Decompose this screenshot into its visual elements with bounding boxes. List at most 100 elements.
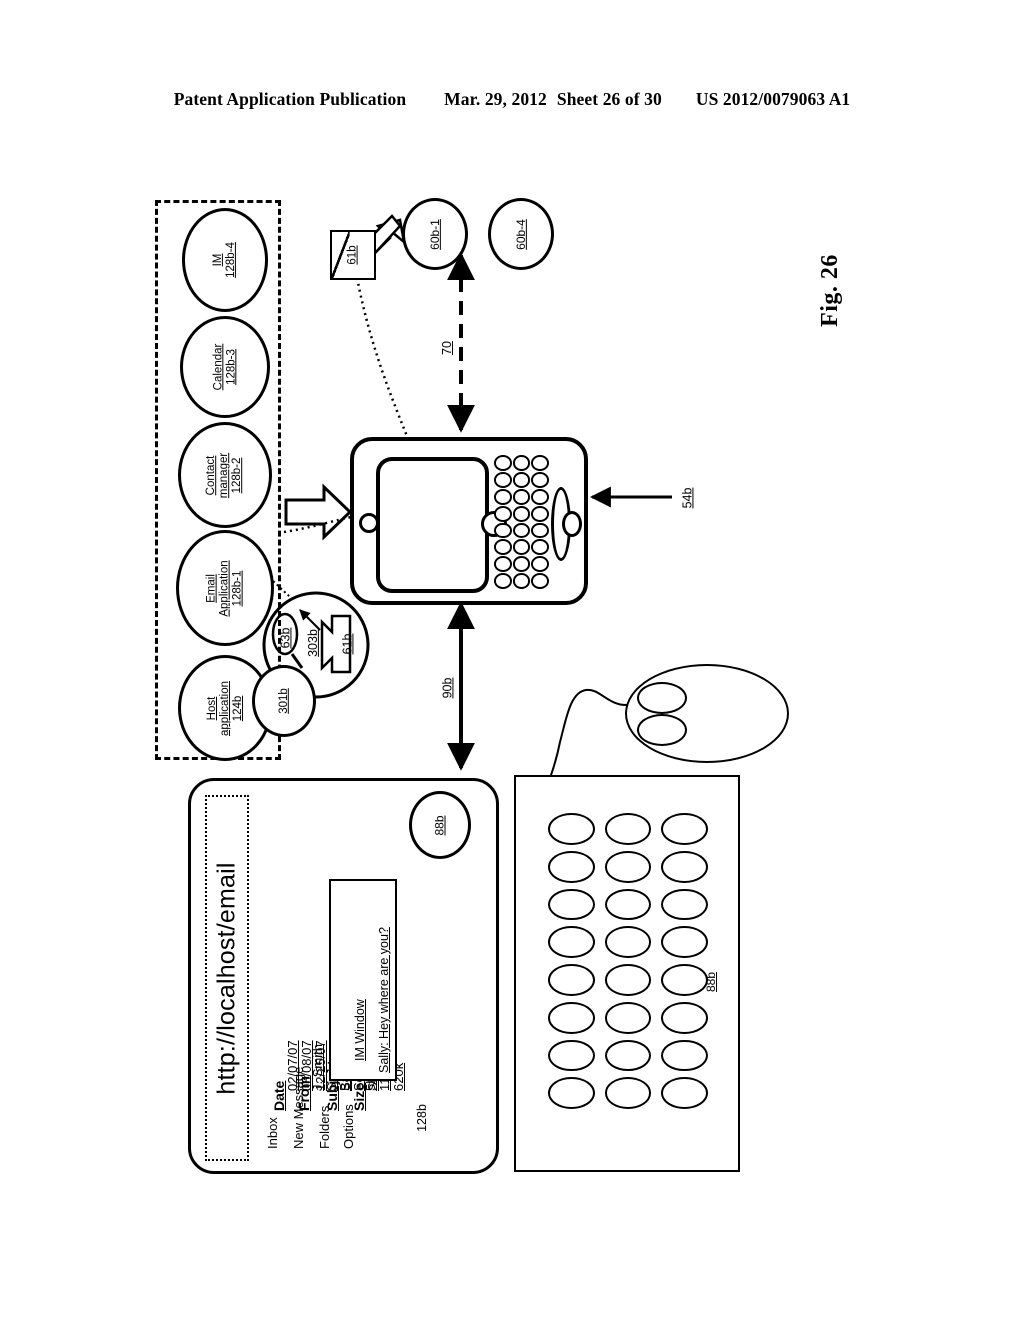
- app-label-line: Calendar: [211, 343, 224, 391]
- keypad-key[interactable]: [604, 813, 652, 845]
- ref-label-70: 70: [440, 341, 454, 355]
- device-key[interactable]: [494, 488, 512, 505]
- im-window-title: IM Window: [353, 999, 367, 1061]
- keypad-key[interactable]: [548, 1001, 595, 1034]
- row-date[interactable]: 02/07/07: [285, 1040, 300, 1091]
- keypad-key[interactable]: [604, 926, 652, 958]
- device-key[interactable]: [494, 455, 512, 471]
- app-circle-im[interactable]: IM 128b-4: [182, 208, 268, 312]
- node-301b-label: 301b: [278, 688, 290, 714]
- device-key[interactable]: [494, 471, 512, 488]
- im-window[interactable]: IM Window Sally: Hey where are you?: [329, 879, 397, 1081]
- diagram-connectors: [262, 214, 672, 1134]
- device-key[interactable]: [512, 573, 531, 589]
- url-text: http://localhost/email: [212, 861, 241, 1095]
- keypad-key[interactable]: [661, 926, 708, 958]
- device-key[interactable]: [531, 539, 549, 556]
- device-key[interactable]: [512, 539, 531, 556]
- device-key[interactable]: [531, 573, 549, 589]
- ref-label-90b: 90b: [439, 677, 454, 699]
- app-circle-email-application[interactable]: Email Application 128b-1: [176, 530, 274, 646]
- figure-label: Fig. 26: [760, 230, 900, 350]
- row-date[interactable]: 12/25/07: [313, 1040, 328, 1091]
- detail-label-61b: 61b: [339, 633, 354, 655]
- mouse-device[interactable]: [625, 664, 789, 763]
- keypad-key[interactable]: [661, 813, 708, 845]
- device-key[interactable]: [531, 556, 549, 573]
- device-screen: [376, 457, 489, 593]
- device-key[interactable]: [494, 505, 512, 522]
- app-circle-calendar[interactable]: Calendar 128b-3: [180, 316, 270, 418]
- keypad-key[interactable]: [604, 888, 652, 921]
- keypad-key[interactable]: [661, 888, 708, 921]
- device-key[interactable]: [494, 556, 512, 573]
- keypad-key[interactable]: [661, 1001, 708, 1034]
- device-key[interactable]: [531, 471, 549, 488]
- device-key[interactable]: [494, 522, 512, 539]
- device-key[interactable]: [512, 556, 531, 573]
- keypad-device-88b[interactable]: 88b: [514, 775, 740, 1172]
- ref-circle-88b-email: 88b: [409, 791, 471, 859]
- device-key[interactable]: [512, 522, 531, 539]
- menu-item-folders[interactable]: Folders: [317, 1106, 332, 1149]
- keypad-key[interactable]: [604, 1001, 652, 1034]
- device-port-icon: [359, 513, 379, 533]
- app-label-line: IM: [212, 253, 224, 267]
- keypad-key[interactable]: [604, 1039, 652, 1072]
- app-label-line: Application: [218, 559, 231, 617]
- device-key[interactable]: [512, 471, 531, 488]
- device-key[interactable]: [494, 573, 512, 589]
- device-side-button[interactable]: [562, 511, 582, 537]
- url-address-bar[interactable]: http://localhost/email: [205, 795, 249, 1161]
- app-label-line: 128b-4: [225, 242, 237, 278]
- mouse-button-left[interactable]: [637, 682, 687, 714]
- device-key[interactable]: [494, 539, 512, 556]
- keypad-key[interactable]: [548, 1039, 595, 1072]
- device-key[interactable]: [512, 505, 531, 522]
- header-patent-number: US 2012/0079063 A1: [695, 88, 851, 109]
- figure-label-text: Fig. 26: [816, 253, 843, 327]
- node-301b[interactable]: 301b: [252, 665, 316, 737]
- device-keypad[interactable]: [494, 455, 549, 589]
- keypad-key[interactable]: [548, 1077, 595, 1109]
- node-60b-1[interactable]: 60b-1: [402, 198, 468, 270]
- dotted-path-email-app-to-device: [283, 514, 357, 534]
- keypad-key[interactable]: [604, 964, 652, 996]
- detail-label-303b: 303b: [306, 629, 320, 657]
- keypad-key[interactable]: [604, 850, 652, 883]
- keypad-device-grid[interactable]: [548, 813, 708, 1109]
- header-sheet: Sheet 26 of 30: [556, 88, 662, 109]
- im-window-message: Sally: Hey where are you?: [377, 927, 391, 1073]
- keypad-key[interactable]: [548, 926, 595, 958]
- node-60b-4[interactable]: 60b-4: [488, 198, 554, 270]
- app-circle-contact-manager[interactable]: Contact manager 128b-2: [178, 422, 272, 528]
- keypad-key[interactable]: [661, 1039, 708, 1072]
- keypad-key[interactable]: [661, 1077, 708, 1109]
- detail-label-63b: 63b: [277, 627, 292, 649]
- app-label-line: Email: [205, 573, 218, 603]
- keypad-key[interactable]: [548, 888, 595, 921]
- publication-header: Patent Application Publication Mar. 29, …: [0, 86, 1024, 112]
- device-key[interactable]: [531, 488, 549, 505]
- device-key[interactable]: [512, 488, 531, 505]
- keypad-key[interactable]: [548, 850, 595, 883]
- keypad-key[interactable]: [548, 813, 595, 845]
- envelope-61b: 61b: [330, 230, 376, 280]
- row-date[interactable]: 08/08/07: [299, 1040, 314, 1091]
- handheld-device-54b[interactable]: [350, 437, 588, 605]
- mouse-button-right[interactable]: [637, 714, 687, 746]
- menu-item-inbox[interactable]: Inbox: [265, 1117, 280, 1149]
- keypad-device-label: 88b: [704, 971, 718, 993]
- device-key[interactable]: [531, 522, 549, 539]
- keypad-key[interactable]: [661, 850, 708, 883]
- app-label-line: 128b-2: [231, 457, 244, 493]
- device-key[interactable]: [531, 505, 549, 522]
- device-key[interactable]: [531, 455, 549, 471]
- keypad-key[interactable]: [548, 964, 595, 996]
- app-label-line: 124b: [231, 695, 244, 721]
- mouse-cable: [549, 688, 629, 779]
- keypad-key[interactable]: [604, 1077, 652, 1109]
- block-arrow-host-to-device: [284, 483, 353, 541]
- device-key[interactable]: [512, 455, 531, 471]
- app-label-line: application: [218, 680, 231, 736]
